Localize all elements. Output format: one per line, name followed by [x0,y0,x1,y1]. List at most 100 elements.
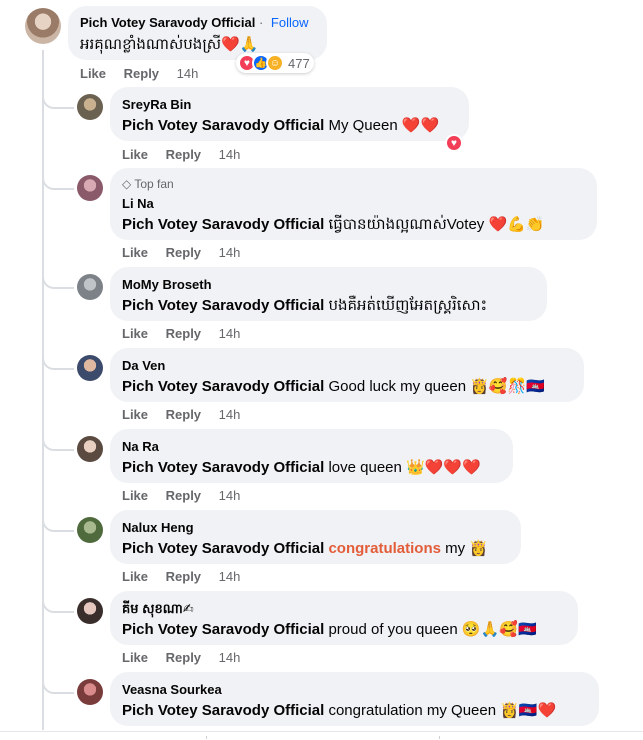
thread-branch [42,435,74,451]
comment-bubble: ◇ Top fan Li Na Pich Votey Saravody Offi… [110,168,597,240]
comment-author[interactable]: Pich Votey Saravody Official [80,15,255,30]
timestamp[interactable]: 14h [219,326,241,341]
like-button[interactable]: Like [122,569,148,584]
avatar[interactable] [25,8,61,44]
comment-text: Pich Votey Saravody Official Good luck m… [122,377,545,395]
comment-bubble: MoMy Broseth Pich Votey Saravody Officia… [110,267,547,321]
mention-tag[interactable]: Pich Votey Saravody Official [122,621,324,638]
comment-body: my 👸 [440,540,488,557]
thread-branch [42,516,74,532]
comment-bubble: Nalux Heng Pich Votey Saravody Official … [110,510,521,564]
timestamp[interactable]: 14h [219,407,241,422]
avatar[interactable] [77,517,103,543]
like-button[interactable]: Like [122,326,148,341]
comment-actions: Like Reply 14h [122,650,254,665]
mention-tag[interactable]: Pich Votey Saravody Official [122,378,324,395]
comment-actions: Like Reply 14h [122,245,254,260]
like-button[interactable]: Like [80,66,106,81]
timestamp[interactable]: 14h [219,245,241,260]
reply-button[interactable]: Reply [166,488,201,503]
comment-actions: Like Reply 14h [122,488,254,503]
separator: · [258,15,264,30]
reply-button[interactable]: Reply [166,407,201,422]
comment-text: Pich Votey Saravody Official បងគឺអត់ឃើញអ… [122,296,487,318]
thread-branch [42,597,74,613]
avatar[interactable] [77,436,103,462]
comment-text: Pich Votey Saravody Official congratulat… [122,701,556,719]
timestamp[interactable]: 14h [219,569,241,584]
reply-button[interactable]: Reply [166,650,201,665]
reaction-count: 477 [288,55,310,71]
comment-actions: Like Reply 14h [122,326,254,341]
like-button[interactable]: Like [122,245,148,260]
reply-button[interactable]: Reply [166,326,201,341]
mention-tag[interactable]: Pich Votey Saravody Official [122,459,324,476]
timestamp[interactable]: 14h [219,650,241,665]
mention-tag[interactable]: Pich Votey Saravody Official [122,702,324,719]
reply-button[interactable]: Reply [166,147,201,162]
reply-button[interactable]: Reply [166,245,201,260]
comment-text: Pich Votey Saravody Official ធ្វើបានយ៉ាង… [122,215,544,237]
diamond-icon: ◇ [122,177,132,191]
like-button[interactable]: Like [122,488,148,503]
comment-body: proud of you queen 🥺🙏🥰🇰🇭 [328,621,537,638]
comment-author[interactable]: MoMy Broseth [122,277,212,292]
comment-body: ធ្វើបានយ៉ាងល្អណាស់Votey ❤️💪👏 [328,216,545,233]
timestamp[interactable]: 14h [219,488,241,503]
avatar[interactable] [77,355,103,381]
thread-branch [42,678,74,694]
comment-author[interactable]: Na Ra [122,439,159,454]
avatar[interactable] [77,274,103,300]
comment-author[interactable]: SreyRa Bin [122,97,191,112]
comment-actions: Like Reply 14h [122,147,254,162]
comment-text: អរគុណខ្លាំងណាស់បងស្រី❤️🙏 [80,36,259,53]
mention-tag[interactable]: Pich Votey Saravody Official [122,297,324,314]
care-reaction-icon: ☺ [266,54,284,72]
comment-text: Pich Votey Saravody Official My Queen ❤️… [122,116,439,134]
like-button[interactable]: Like [122,147,148,162]
comment-body: congratulation my Queen 👸🇰🇭❤️ [328,702,557,719]
comment-text: Pich Votey Saravody Official proud of yo… [122,620,537,638]
highlight-text: congratulations [328,540,441,557]
comment-actions: Like Reply 14h [122,407,254,422]
thread-line [42,50,44,730]
comment-author[interactable]: គីម សុខណា✍ [122,601,194,620]
comment-bubble: គីម សុខណា✍ Pich Votey Saravody Official … [110,591,578,645]
comment-text: Pich Votey Saravody Official love queen … [122,458,481,476]
comment-body: My Queen ❤️❤️ [328,117,440,134]
comment-text: Pich Votey Saravody Official congratulat… [122,539,488,557]
comment-actions: Like Reply 14h [80,66,212,81]
comment-author[interactable]: Li Na [122,196,154,211]
avatar[interactable] [77,175,103,201]
comment-bubble: Da Ven Pich Votey Saravody Official Good… [110,348,584,402]
avatar[interactable] [77,94,103,120]
badge-label: Top fan [134,177,174,191]
reply-button[interactable]: Reply [166,569,201,584]
thread-branch [42,93,74,109]
comment-bubble: SreyRa Bin Pich Votey Saravody Official … [110,87,469,141]
avatar[interactable] [77,679,103,705]
comment-author[interactable]: Veasna Sourkea [122,682,222,697]
mention-tag[interactable]: Pich Votey Saravody Official [122,216,324,233]
comment-actions: Like Reply 14h [122,569,254,584]
reply-button[interactable]: Reply [124,66,159,81]
mention-tag[interactable]: Pich Votey Saravody Official [122,540,324,557]
avatar[interactable] [77,598,103,624]
comment-author[interactable]: Da Ven [122,358,165,373]
like-button[interactable]: Like [122,407,148,422]
thread-branch [42,354,74,370]
thread-branch [42,174,74,190]
thread-branch [42,273,74,289]
follow-button[interactable]: Follow [271,15,309,30]
comment-bubble: Pich Votey Saravody Official · Follow អរ… [68,6,327,60]
comment-bubble: Na Ra Pich Votey Saravody Official love … [110,429,513,483]
timestamp[interactable]: 14h [177,66,199,81]
timestamp[interactable]: 14h [219,147,241,162]
like-button[interactable]: Like [122,650,148,665]
comment-author[interactable]: Nalux Heng [122,520,194,535]
comment-body: Good luck my queen 👸🥰🎊🇰🇭 [328,378,545,395]
top-fan-badge: ◇ Top fan [122,177,174,191]
reaction-summary[interactable]: ♥ 👍 ☺ 477 [236,53,314,73]
love-reaction-icon[interactable]: ♥ [445,134,463,152]
mention-tag[interactable]: Pich Votey Saravody Official [122,117,324,134]
